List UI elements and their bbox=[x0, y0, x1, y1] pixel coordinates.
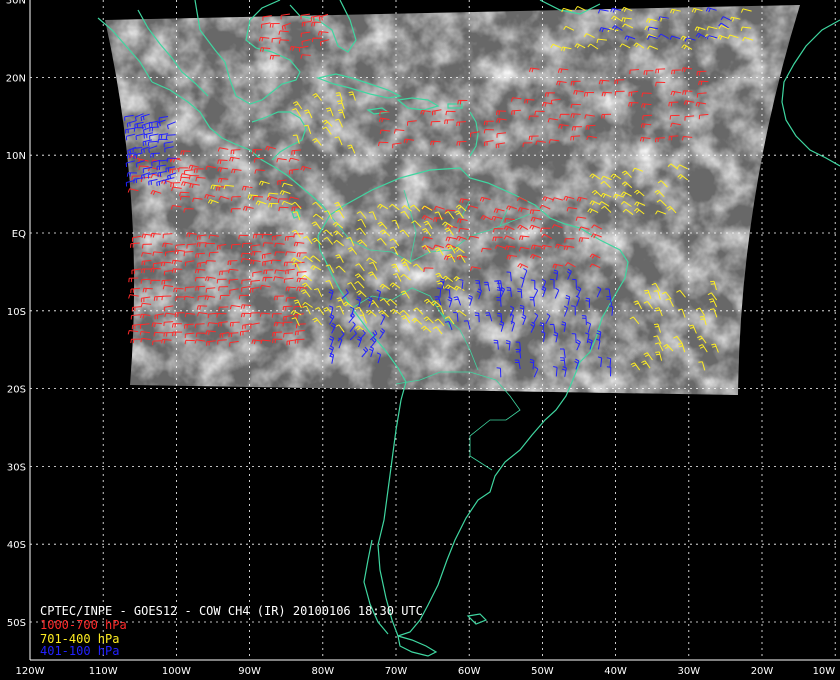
lon-label: 120W bbox=[16, 666, 45, 677]
legend-title: CPTEC/INPE - GOES12 - COW CH4 (IR) 20100… bbox=[40, 604, 423, 618]
legend-low-level: 1000-700 hPa bbox=[40, 618, 127, 632]
lon-label: 80W bbox=[311, 666, 334, 677]
lat-label: 10S bbox=[7, 307, 26, 318]
lat-label: 40S bbox=[7, 540, 26, 551]
lon-label: 10W bbox=[813, 666, 836, 677]
lat-label: 10N bbox=[6, 151, 26, 162]
lon-label: 30W bbox=[677, 666, 700, 677]
lon-label: 40W bbox=[604, 666, 627, 677]
lon-label: 20W bbox=[751, 666, 774, 677]
lat-label: EQ bbox=[12, 229, 26, 240]
lat-label: 30S bbox=[7, 462, 26, 473]
lat-label: 20S bbox=[7, 385, 26, 396]
lon-label: 110W bbox=[89, 666, 118, 677]
lon-label: 100W bbox=[162, 666, 191, 677]
satellite-wind-map: 30N 20N 10N EQ 10S 20S 30S 40S 50S 120W 110W 100W 90… bbox=[0, 0, 840, 680]
lon-label: 70W bbox=[385, 666, 408, 677]
lat-label: 50S bbox=[7, 618, 26, 629]
legend-high-level: 401-100 hPa bbox=[40, 644, 120, 658]
lon-label: 50W bbox=[531, 666, 554, 677]
lon-label: 60W bbox=[458, 666, 481, 677]
lat-label: 20N bbox=[6, 73, 26, 84]
lat-label: 30N bbox=[6, 0, 26, 7]
lon-label: 90W bbox=[238, 666, 261, 677]
satellite-cloud-layer bbox=[105, 5, 800, 395]
